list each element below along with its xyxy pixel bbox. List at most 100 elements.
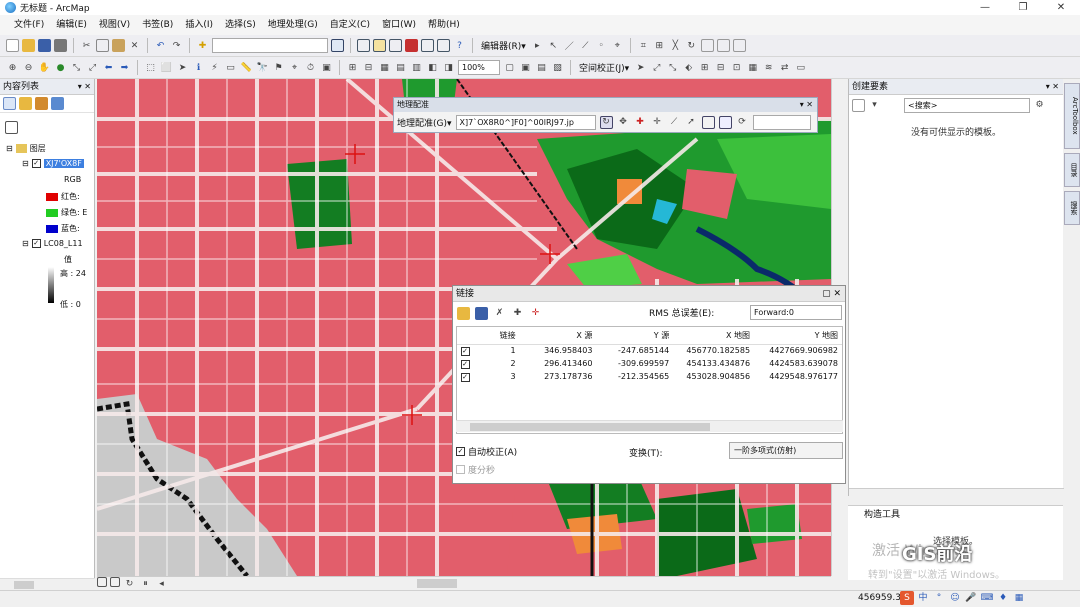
layer1-visibility-checkbox[interactable]: ✓ <box>31 159 41 168</box>
layout-forward-icon[interactable]: ◨ <box>442 61 455 74</box>
viewer-window-icon[interactable]: ▣ <box>320 61 333 74</box>
list-by-source-icon[interactable] <box>19 97 32 110</box>
arctoolbox-icon[interactable] <box>405 39 418 52</box>
layout-back-icon[interactable]: ◧ <box>426 61 439 74</box>
keyboard-icon[interactable]: ⌨ <box>980 591 994 605</box>
col-y-map[interactable]: Y 地图 <box>754 327 842 345</box>
measure-icon[interactable]: 📏 <box>240 61 253 74</box>
georef-menu[interactable]: 地理配准(G)▾ <box>397 116 452 129</box>
layout-zoom-out-icon[interactable]: ⊟ <box>362 61 375 74</box>
menu-help[interactable]: 帮助(H) <box>422 15 466 35</box>
organize-templates-icon[interactable] <box>852 98 865 112</box>
menu-selection[interactable]: 选择(S) <box>219 15 262 35</box>
scroll-thumb[interactable] <box>14 581 34 589</box>
clear-area-icon[interactable]: ▦ <box>746 61 759 74</box>
focus-data-frame-icon[interactable]: ▣ <box>519 61 532 74</box>
undo-icon[interactable]: ↶ <box>154 39 167 52</box>
links-window-controls-icon[interactable]: ▢ ✕ <box>822 286 841 302</box>
collapse-icon[interactable]: ⊟ <box>22 159 29 168</box>
time-slider-icon[interactable]: ⏱ <box>304 61 317 74</box>
limited-adjustment-icon[interactable]: ⊡ <box>730 61 743 74</box>
menu-geoprocessing[interactable]: 地理处理(G) <box>262 15 324 35</box>
list-by-selection-icon[interactable] <box>51 97 64 110</box>
point-icon[interactable]: ◦ <box>595 39 608 52</box>
go-to-xy-icon[interactable]: ⌖ <box>288 61 301 74</box>
adjustment-preview-icon[interactable]: ▭ <box>794 61 807 74</box>
georef-transparency-input[interactable] <box>752 114 811 130</box>
new-identity-link-icon[interactable]: ⊟ <box>714 61 727 74</box>
editor-toolbar-icon[interactable] <box>331 39 344 52</box>
table-icon[interactable] <box>718 115 732 129</box>
menu-view[interactable]: 视图(V) <box>93 15 136 35</box>
table-of-contents-icon[interactable] <box>357 39 370 52</box>
data-view-icon[interactable] <box>97 577 107 587</box>
menu-bookmarks[interactable]: 书签(B) <box>136 15 179 35</box>
catalog-tab[interactable]: 目录 <box>1064 153 1080 187</box>
edit-tool-icon[interactable]: ▸ <box>531 39 544 52</box>
ime-chinese-icon[interactable]: 中 <box>916 591 930 605</box>
map-horizontal-scrollbar[interactable]: ↻ ⏸ ◂ <box>97 576 831 589</box>
save-links-icon[interactable] <box>475 306 488 320</box>
create-features-pin-close-icon[interactable]: ▾ ✕ <box>1046 79 1059 95</box>
rotate-icon[interactable]: ↻ <box>685 39 698 52</box>
list-by-drawing-order-icon[interactable] <box>3 97 16 110</box>
create-features-splitter[interactable] <box>849 488 1064 496</box>
col-y-source[interactable]: Y 源 <box>596 327 674 345</box>
html-popup-icon[interactable]: ▭ <box>224 61 237 74</box>
menu-edit[interactable]: 编辑(E) <box>50 15 93 35</box>
python-window-icon[interactable] <box>421 39 434 52</box>
scroll-thumb[interactable] <box>470 423 710 431</box>
punctuation-icon[interactable]: ° <box>932 591 946 605</box>
auto-adjust-checkbox[interactable]: ✓ <box>456 447 465 456</box>
close-button[interactable]: ✕ <box>1042 0 1080 15</box>
delete-icon[interactable]: ✕ <box>128 39 141 52</box>
toc-pin-close-icon[interactable]: ▾ ✕ <box>78 79 91 95</box>
search-options-icon[interactable]: ⚙ <box>1033 99 1046 112</box>
copy-icon[interactable] <box>96 39 109 52</box>
georef-layer-combo[interactable]: X]7`OX8R0^]F0]^00lRJ97.jp <box>455 114 596 130</box>
auto-registration-icon[interactable]: ⟋ <box>668 116 681 129</box>
menu-file[interactable]: 文件(F) <box>8 15 50 35</box>
map-scale-combo[interactable] <box>212 38 328 53</box>
voice-icon[interactable]: 🎤 <box>964 591 978 605</box>
skin-icon[interactable]: ♦ <box>996 591 1010 605</box>
catalog-icon[interactable] <box>373 39 386 52</box>
split-icon[interactable]: ╳ <box>669 39 682 52</box>
select-link-icon[interactable]: ➚ <box>685 116 698 129</box>
trace-icon[interactable]: ⟋ <box>579 39 592 52</box>
layout-view-icon[interactable] <box>110 577 120 587</box>
spatial-adjustment-menu[interactable]: 空间校正(J)▾ <box>577 61 631 74</box>
menu-insert[interactable]: 插入(I) <box>179 15 219 35</box>
col-x-source[interactable]: X 源 <box>519 327 597 345</box>
edge-match-icon[interactable]: ≋ <box>762 61 775 74</box>
filter-icon[interactable]: ▾ <box>868 99 881 112</box>
zoom-in-icon[interactable]: ⊕ <box>6 61 19 74</box>
layout-pan-icon[interactable]: ▦ <box>378 61 391 74</box>
link-enabled-checkbox[interactable]: ✓ <box>460 372 470 382</box>
georef-close-icon[interactable]: ▾ ✕ <box>800 98 813 112</box>
add-control-points-icon[interactable]: ✚ <box>634 116 647 129</box>
toc-options-icon[interactable] <box>5 121 18 134</box>
modify-link-icon[interactable]: ⤡ <box>666 61 679 74</box>
table-row[interactable]: ✓ 1 346.958403 -247.685144 456770.182585… <box>457 344 842 357</box>
collapse-icon[interactable]: ⊟ <box>6 144 13 153</box>
edit-annotation-icon[interactable]: ↖ <box>547 39 560 52</box>
fixed-zoom-in-icon[interactable]: ⤡ <box>70 61 83 74</box>
zoom-whole-page-icon[interactable]: ▤ <box>394 61 407 74</box>
save-icon[interactable] <box>38 39 51 52</box>
straight-segment-icon[interactable]: ／ <box>563 39 576 52</box>
multiple-links-icon[interactable]: ⬖ <box>682 61 695 74</box>
maximize-button[interactable]: ❐ <box>1004 0 1042 15</box>
template-search-input[interactable]: <搜索> <box>904 97 1030 113</box>
select-elements-icon[interactable]: ➤ <box>176 61 189 74</box>
menu-customize[interactable]: 自定义(C) <box>324 15 376 35</box>
attribute-transfer-icon[interactable]: ⇄ <box>778 61 791 74</box>
pan-to-link-icon[interactable]: ✛ <box>529 307 542 320</box>
new-document-icon[interactable] <box>6 39 19 52</box>
zoom-to-link-icon[interactable]: ✚ <box>511 307 524 320</box>
transform-select[interactable]: 一阶多项式(仿射) <box>729 442 843 459</box>
emoji-icon[interactable]: ☺ <box>948 591 962 605</box>
paste-icon[interactable] <box>112 39 125 52</box>
layer1-row[interactable]: ⊟ ✓ XJ7'OX8F <box>22 159 84 168</box>
refresh-icon[interactable]: ↻ <box>123 577 136 590</box>
